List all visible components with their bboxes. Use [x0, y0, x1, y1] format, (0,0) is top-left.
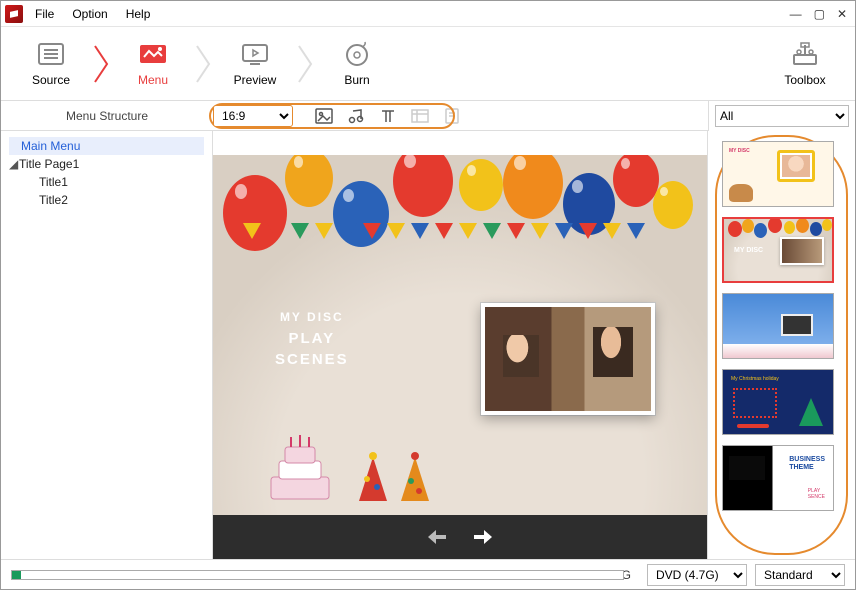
- tab-burn[interactable]: Burn: [317, 41, 397, 87]
- menu-help[interactable]: Help: [126, 7, 151, 21]
- minimize-icon[interactable]: —: [790, 7, 802, 21]
- hat-decoration: [397, 451, 433, 505]
- aspect-select[interactable]: 16:9: [213, 105, 293, 127]
- nav-arrows: [213, 515, 707, 559]
- template-thumb[interactable]: My Christmas holiday: [722, 369, 834, 435]
- template-thumb[interactable]: MY DISC: [722, 141, 834, 207]
- cake-decoration: [261, 427, 339, 505]
- chapter-icon[interactable]: [411, 108, 429, 124]
- menu-option[interactable]: Option: [72, 7, 107, 21]
- body-area: Main Menu ◢Title Page1 Title1 Title2: [1, 131, 855, 559]
- template-thumb[interactable]: BUSINESSTHEME PLAYSENCE: [722, 445, 834, 511]
- next-arrow-icon[interactable]: [472, 528, 494, 546]
- prev-arrow-icon[interactable]: [426, 528, 448, 546]
- menu-file[interactable]: File: [35, 7, 54, 21]
- status-bar: 60M/4.30G DVD (4.7G) Standard: [1, 559, 855, 589]
- tree-title-page1[interactable]: ◢Title Page1: [9, 155, 204, 173]
- image-icon[interactable]: [315, 108, 333, 124]
- preview-canvas[interactable]: MY DISC PLAY SCENES: [213, 155, 707, 515]
- tab-toolbox-label: Toolbox: [784, 73, 825, 87]
- hat-decoration: [355, 451, 391, 505]
- tab-burn-label: Burn: [344, 73, 369, 87]
- template-icon[interactable]: [443, 108, 461, 124]
- music-icon[interactable]: [347, 108, 365, 124]
- tab-source[interactable]: Source: [11, 41, 91, 87]
- tab-toolbox[interactable]: Toolbox: [765, 41, 845, 87]
- preview-area: MY DISC PLAY SCENES: [213, 131, 707, 559]
- template-category-select[interactable]: All: [715, 105, 849, 127]
- window-controls: — ▢ ✕: [790, 7, 847, 21]
- template-panel: All MY DISC MY DISC: [707, 131, 855, 559]
- text-icon[interactable]: [379, 108, 397, 124]
- tree-title2[interactable]: Title2: [9, 191, 204, 209]
- tree-panel: Main Menu ◢Title Page1 Title1 Title2: [1, 131, 213, 559]
- tab-preview-label: Preview: [234, 73, 277, 87]
- video-standard-select[interactable]: Standard: [755, 564, 845, 586]
- close-icon[interactable]: ✕: [837, 7, 847, 21]
- step-tabs: Source Menu Preview Burn Toolbox: [1, 27, 855, 101]
- disc-usage-bar: [11, 570, 624, 580]
- menu-bar: File Option Help: [35, 7, 790, 21]
- tool-icons: [307, 108, 473, 124]
- tab-menu[interactable]: Menu: [113, 41, 193, 87]
- template-thumb[interactable]: MY DISC: [722, 217, 834, 283]
- tab-menu-label: Menu: [138, 73, 168, 87]
- chevron-icon: [295, 39, 317, 89]
- menu-title-text[interactable]: MY DISC PLAY SCENES: [275, 310, 349, 368]
- chevron-icon: [91, 39, 113, 89]
- maximize-icon[interactable]: ▢: [814, 7, 825, 21]
- disc-type-select[interactable]: DVD (4.7G): [647, 564, 747, 586]
- tab-preview[interactable]: Preview: [215, 41, 295, 87]
- photo-frame[interactable]: [481, 303, 655, 415]
- chevron-icon: [193, 39, 215, 89]
- tree-title1[interactable]: Title1: [9, 173, 204, 191]
- tree-main-menu[interactable]: Main Menu: [9, 137, 204, 155]
- structure-label: Menu Structure: [1, 109, 213, 123]
- template-thumb[interactable]: [722, 293, 834, 359]
- app-icon: [5, 5, 23, 23]
- preview-stage: MY DISC PLAY SCENES: [213, 155, 707, 515]
- title-bar: File Option Help — ▢ ✕: [1, 1, 855, 27]
- tab-source-label: Source: [32, 73, 70, 87]
